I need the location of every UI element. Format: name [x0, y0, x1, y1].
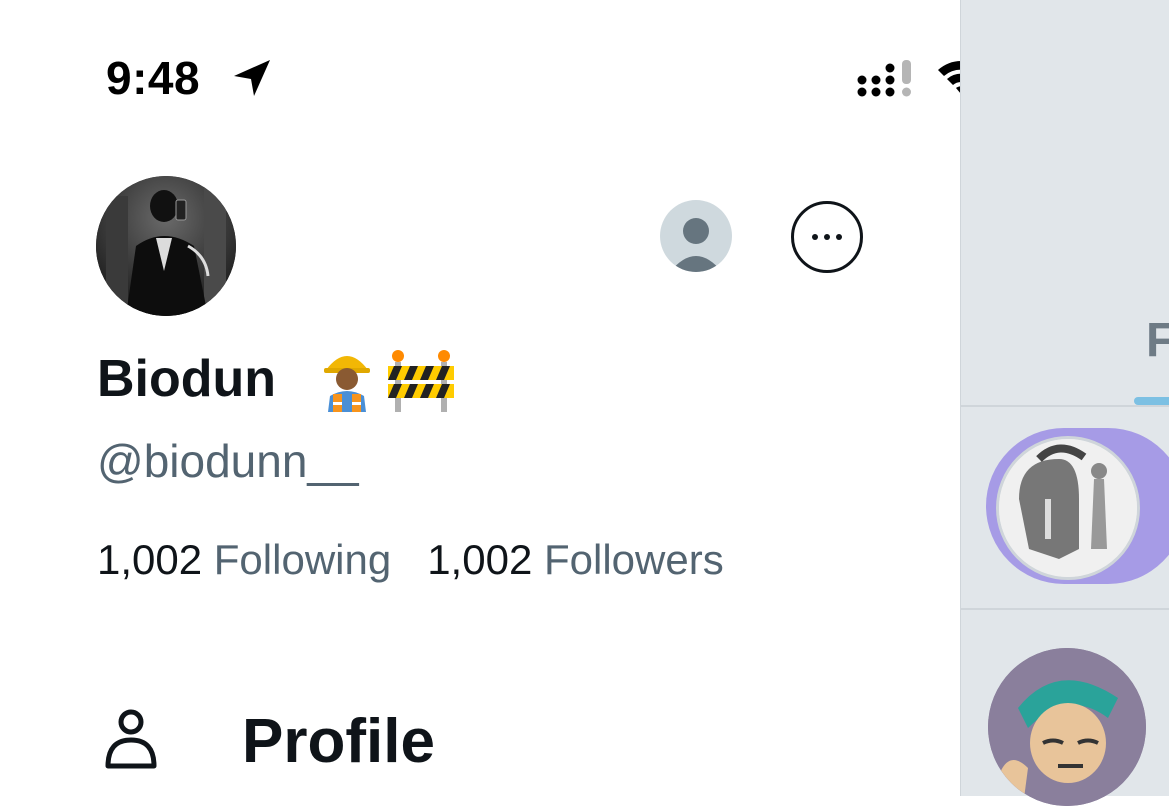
user-handle: @biodunn__: [97, 435, 359, 487]
space-host-avatar[interactable]: [996, 436, 1140, 580]
menu-item-profile[interactable]: Profile: [98, 704, 498, 780]
tab-partial-label[interactable]: F: [1146, 313, 1169, 369]
menu-item-label: Profile: [242, 707, 435, 776]
more-dots-icon: [794, 204, 860, 270]
spartan-helmet-icon: [999, 439, 1137, 577]
cartoon-avatar-icon: [988, 648, 1146, 806]
tab-active-indicator: [1134, 397, 1169, 405]
followers-stat[interactable]: 1,002 Followers: [427, 536, 724, 583]
following-stat[interactable]: 1,002 Following: [97, 536, 391, 583]
divider: [960, 405, 1169, 407]
following-count: 1,002: [97, 536, 203, 583]
account-switcher-button[interactable]: [660, 200, 732, 272]
display-name: Biodun: [97, 350, 277, 408]
construction-worker-icon: [324, 356, 370, 412]
more-options-button[interactable]: [791, 201, 863, 273]
timeline-avatar[interactable]: [988, 648, 1146, 806]
followers-count: 1,002: [427, 536, 533, 583]
follow-stats: 1,002 Following 1,002 Followers: [97, 532, 724, 588]
following-label: Following: [213, 536, 392, 583]
followers-label: Followers: [543, 536, 724, 583]
location-arrow-icon: [234, 60, 270, 96]
avatar-photo-icon: [96, 176, 236, 316]
status-time: 9:48: [106, 52, 201, 104]
divider: [960, 608, 1169, 610]
default-avatar-icon: [670, 218, 722, 272]
cellular-signal-icon: [857, 60, 911, 97]
avatar[interactable]: [96, 176, 236, 316]
person-icon: [105, 709, 157, 769]
construction-barrier-icon: [388, 350, 454, 412]
